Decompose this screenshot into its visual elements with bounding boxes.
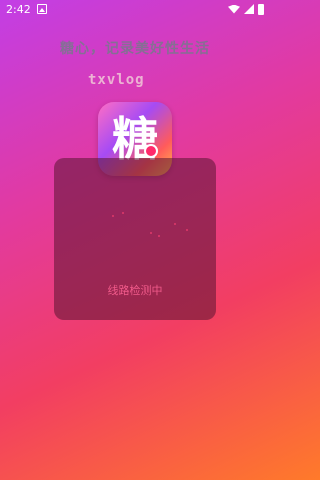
status-time: 2:42 — [6, 2, 31, 16]
signal-icon — [244, 4, 254, 14]
battery-icon — [258, 3, 264, 15]
notification-image-icon — [36, 4, 47, 14]
line-check-dialog: 线路检测中 — [54, 158, 216, 320]
brand-text: txvlog — [88, 72, 145, 88]
status-right — [228, 3, 264, 15]
app-slogan: 糖心，记录美好性生活 — [60, 41, 210, 57]
logo-dot-icon — [144, 144, 158, 158]
wifi-icon — [228, 4, 240, 14]
line-check-status: 线路检测中 — [107, 284, 163, 297]
status-bar: 2:42 — [0, 0, 270, 18]
status-left: 2:42 — [6, 3, 47, 16]
